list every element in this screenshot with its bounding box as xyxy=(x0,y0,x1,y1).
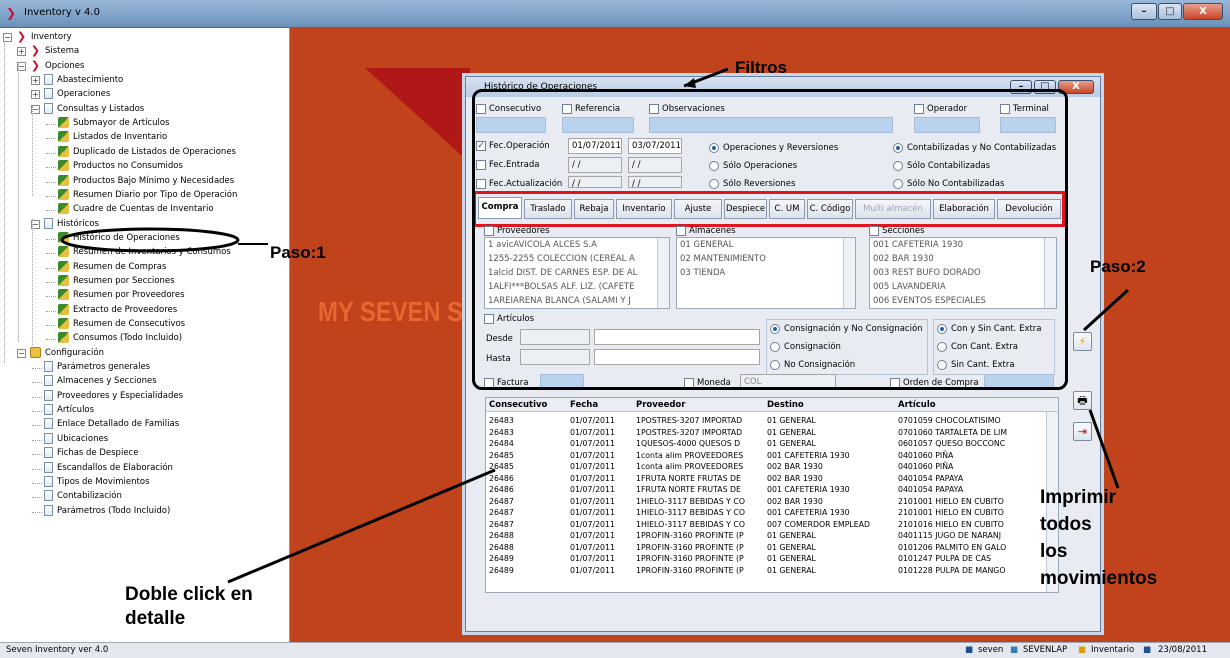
calendar-icon: ■ xyxy=(1143,645,1152,655)
module-icon: ■ xyxy=(1078,645,1087,655)
imprimir-arrow xyxy=(1088,409,1120,489)
status-user: seven xyxy=(978,645,1004,655)
status-date: 23/08/2011 xyxy=(1158,645,1207,655)
computer-icon: ■ xyxy=(1010,645,1019,655)
status-version: Seven Inventory ver 4.0 xyxy=(6,645,109,655)
annot-filtros: Filtros xyxy=(735,58,787,77)
paso1-circle xyxy=(60,227,240,253)
paso2-arrow xyxy=(1082,288,1130,332)
status-bar: Seven Inventory ver 4.0 ■ seven ■ SEVENL… xyxy=(0,642,1230,658)
annot-doble-click: Doble click en detalle xyxy=(125,584,253,629)
doble-click-arrow xyxy=(227,468,496,584)
annot-paso1: Paso:1 xyxy=(270,243,326,262)
status-module: Inventario xyxy=(1091,645,1135,655)
user-icon: ■ xyxy=(965,645,974,655)
status-machine: SEVENLAP xyxy=(1023,645,1068,655)
annot-imprimir: Imprimir todos los movimientos xyxy=(1040,487,1158,589)
annot-paso2: Paso:2 xyxy=(1090,257,1146,276)
